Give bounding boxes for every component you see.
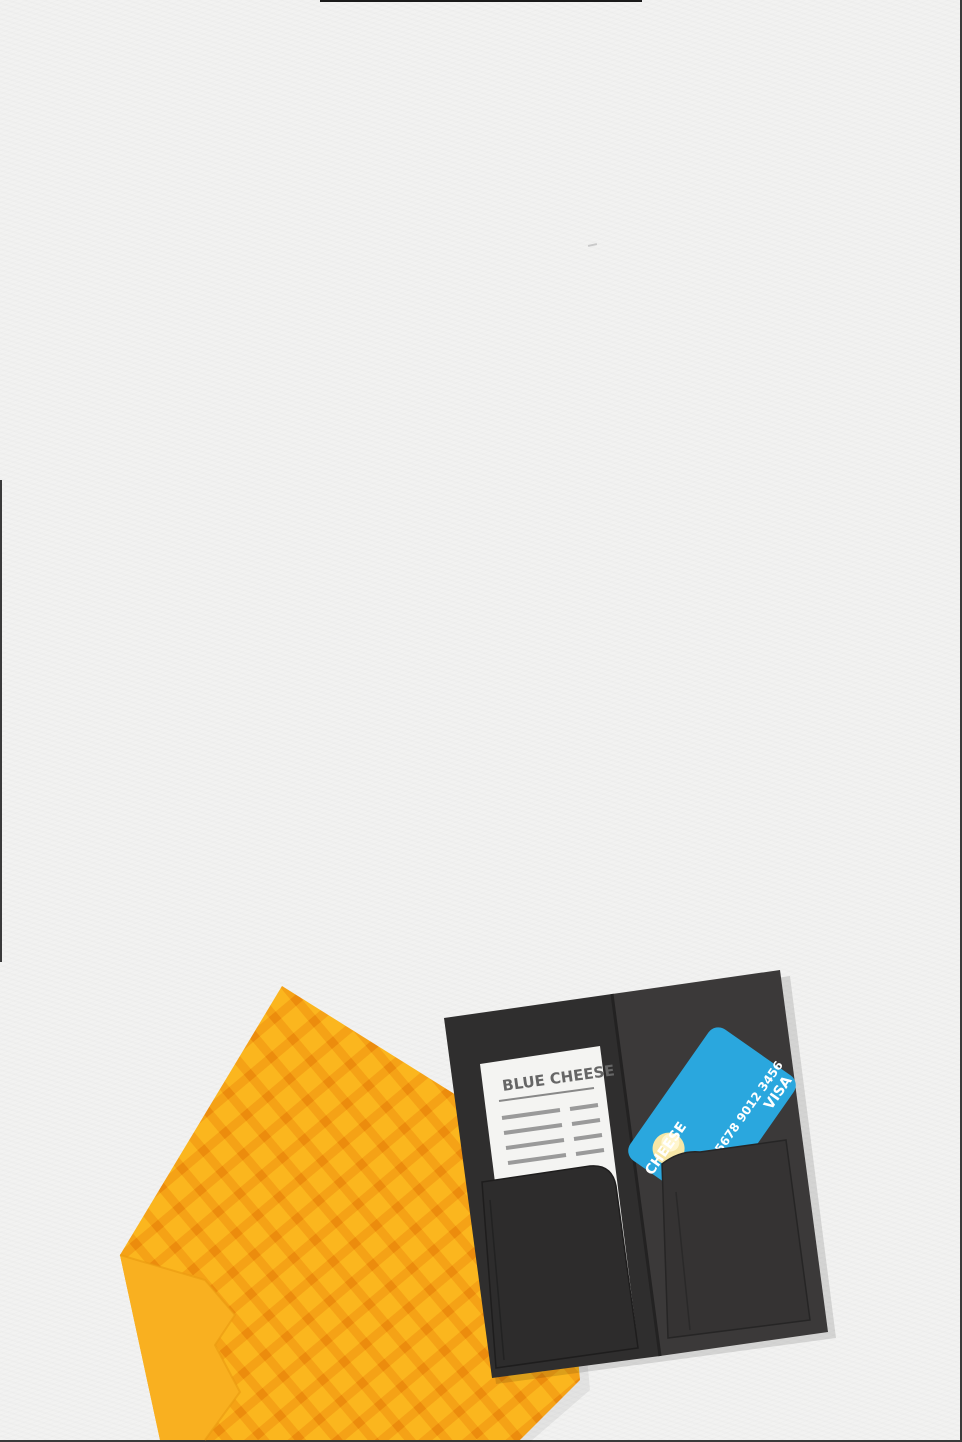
right-pocket [661, 1139, 811, 1339]
bill-folder-illustration: BLUE CHEESE 5678 9012 3456 VISA CHEESE [119, 970, 836, 1442]
left-edge-line [0, 480, 2, 962]
top-bar [320, 0, 642, 2]
page: BLUE CHEESE 5678 9012 3456 VISA CHEESE [0, 0, 962, 1442]
paper-speck [587, 243, 598, 247]
left-pocket [481, 1165, 639, 1369]
